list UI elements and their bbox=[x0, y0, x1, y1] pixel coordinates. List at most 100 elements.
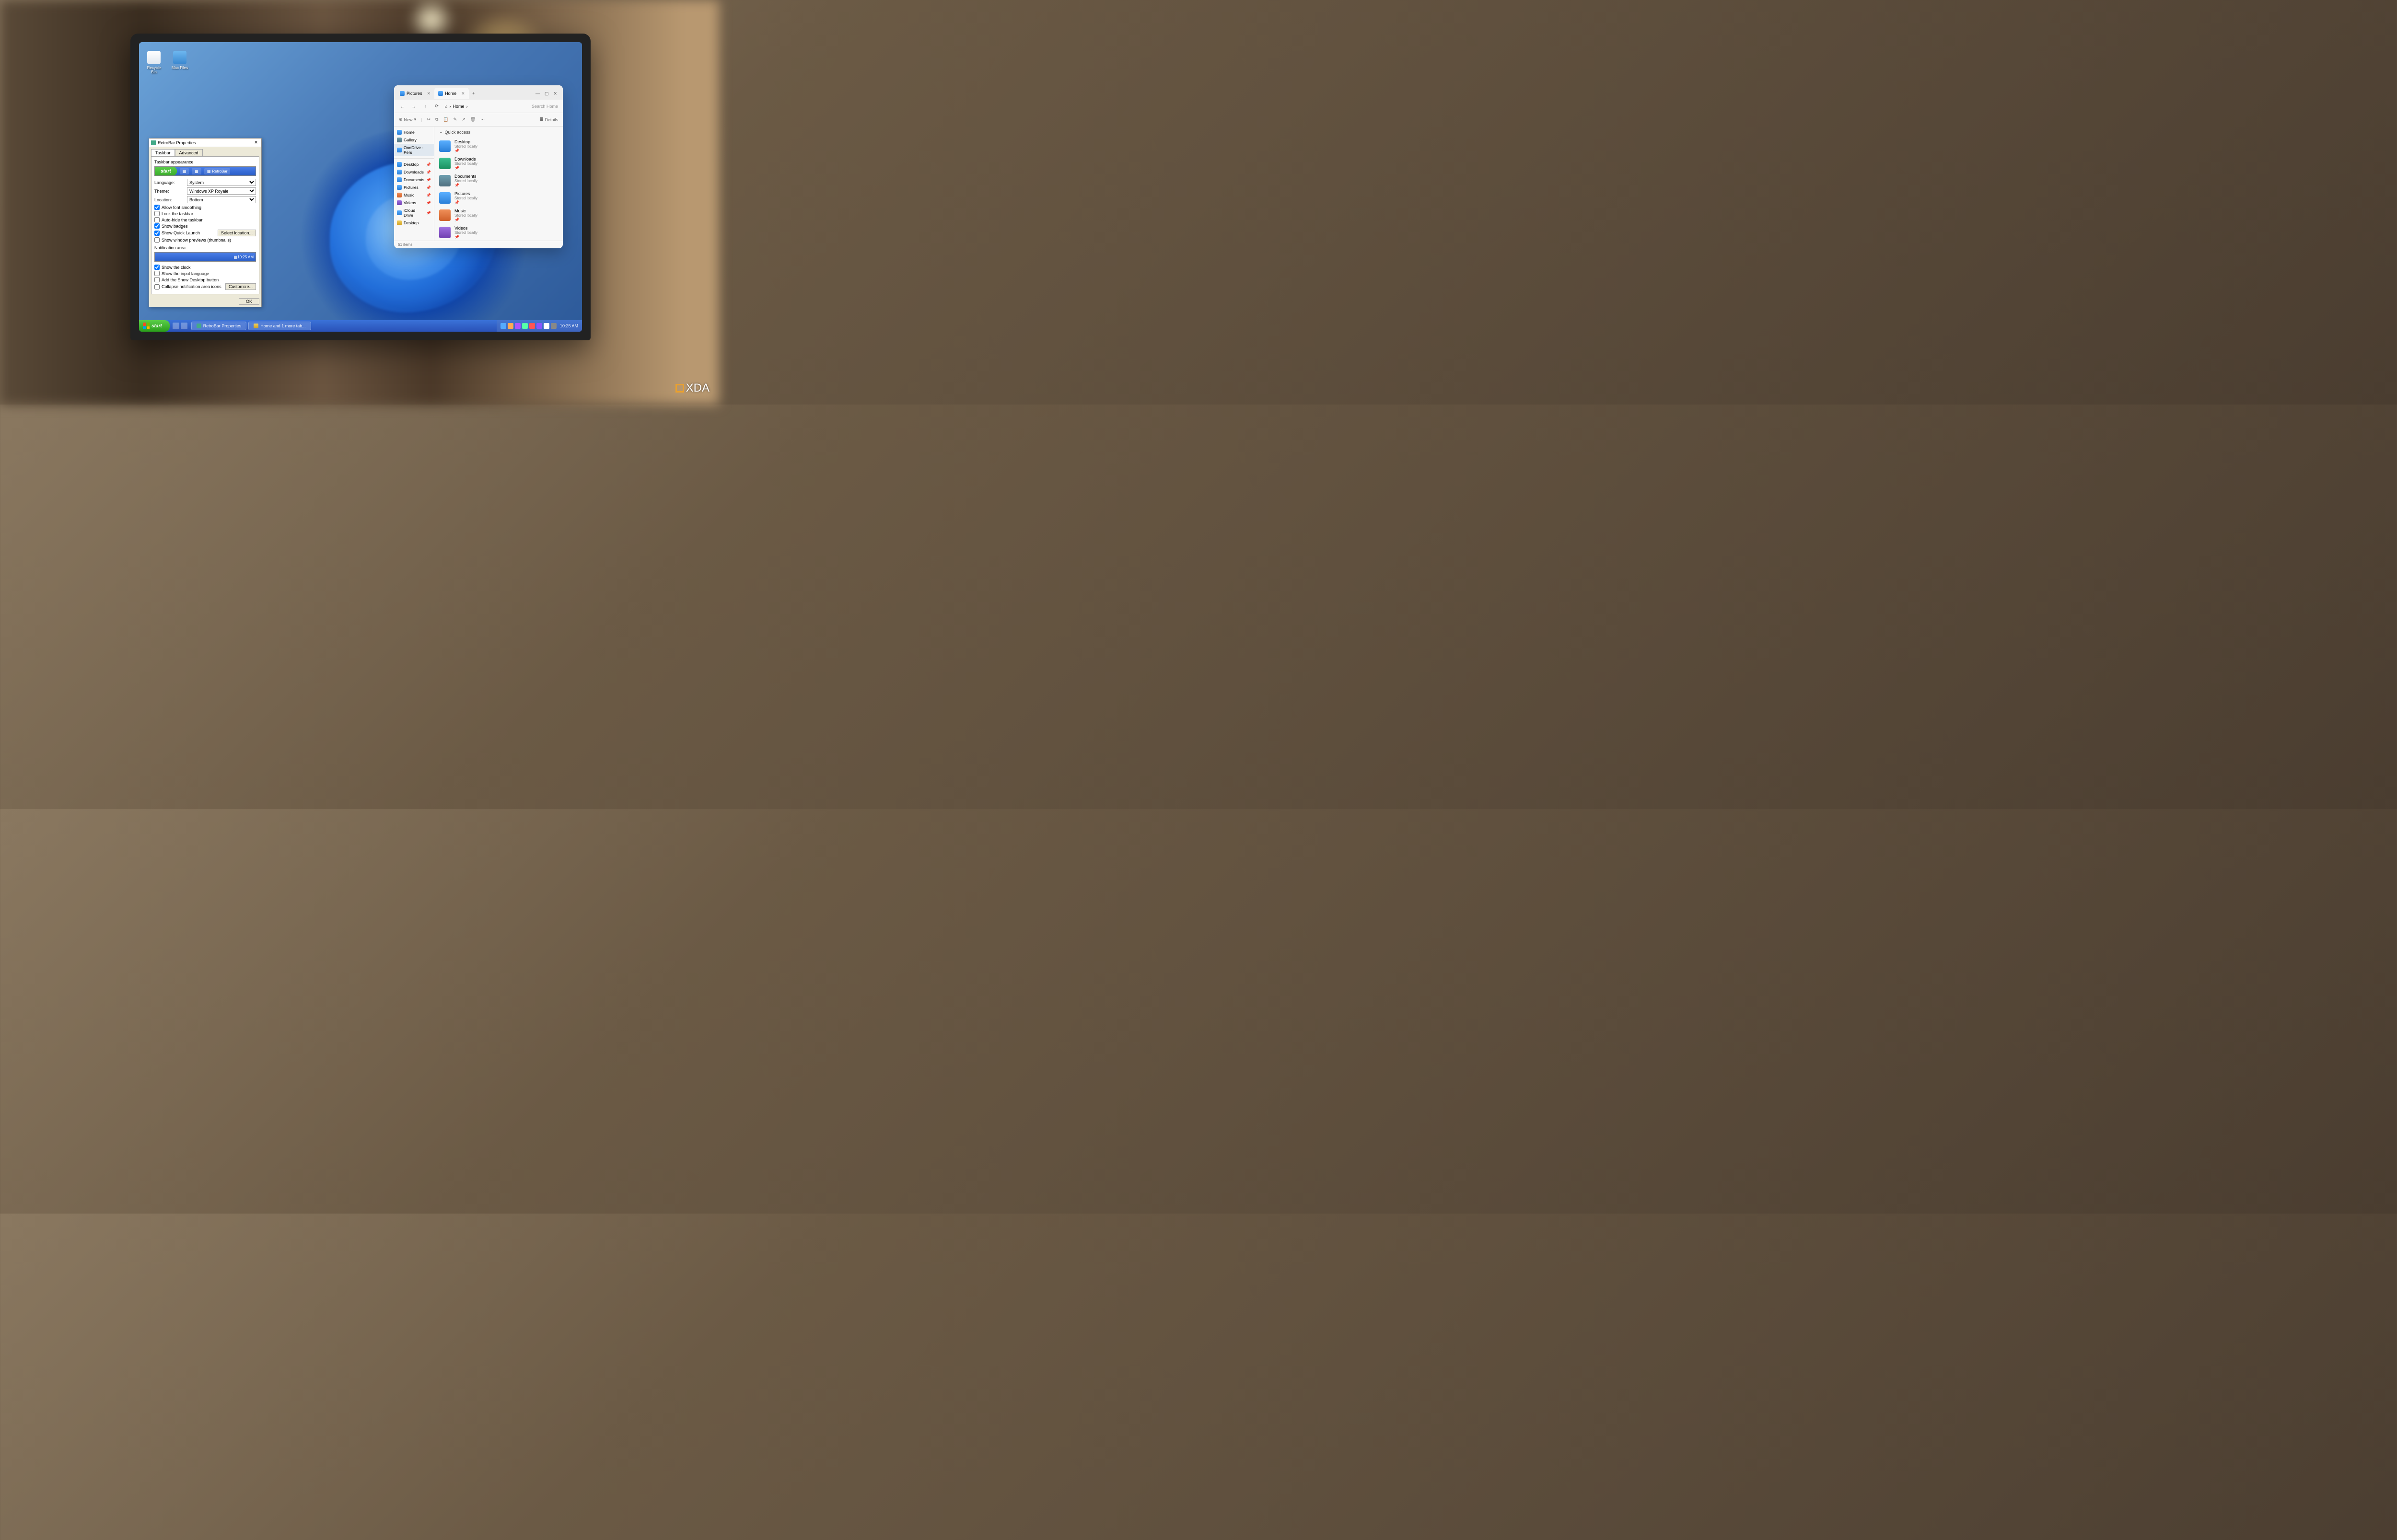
more-icon[interactable]: ⋯ bbox=[480, 117, 485, 122]
window-title: RetroBar Properties bbox=[158, 140, 253, 145]
theme-label: Theme: bbox=[154, 189, 187, 194]
checkbox-font-smoothing[interactable] bbox=[154, 205, 160, 210]
taskbar: start RetroBar Properties Home and 1 mor… bbox=[139, 320, 582, 332]
minimize-button[interactable]: — bbox=[535, 91, 540, 96]
pin-icon: 📌 bbox=[454, 218, 477, 222]
tray-icon[interactable] bbox=[515, 323, 521, 329]
explorer-nav: ← → ↑ ⟳ ⌂ › Home › Search Home bbox=[394, 100, 563, 113]
language-select[interactable]: System bbox=[187, 179, 256, 186]
location-select[interactable]: Bottom bbox=[187, 196, 256, 203]
start-button[interactable]: start bbox=[139, 320, 170, 332]
folder-icon bbox=[439, 140, 451, 152]
xda-watermark: XDA bbox=[675, 382, 710, 395]
close-tab-icon[interactable]: ✕ bbox=[461, 91, 465, 96]
close-tab-icon[interactable]: ✕ bbox=[427, 91, 431, 96]
sidebar-item-documents[interactable]: Documents📌 bbox=[394, 176, 434, 184]
tab-taskbar[interactable]: Taskbar bbox=[151, 149, 175, 156]
folder-icon bbox=[439, 192, 451, 204]
up-button[interactable]: ↑ bbox=[422, 104, 429, 109]
quick-access-item[interactable]: VideosStored locally📌 bbox=[439, 224, 558, 241]
cut-icon[interactable]: ✂ bbox=[427, 117, 431, 122]
section-quick-access[interactable]: ⌄ Quick access bbox=[439, 129, 558, 135]
checkbox-show-previews[interactable] bbox=[154, 237, 160, 243]
select-location-button[interactable]: Select location... bbox=[218, 230, 256, 236]
theme-select[interactable]: Windows XP Royale bbox=[187, 187, 256, 195]
desktop-icon-mac-files[interactable]: Mac Files bbox=[170, 51, 190, 74]
tab-pictures[interactable]: Pictures ✕ bbox=[396, 88, 434, 99]
quick-access-item[interactable]: DesktopStored locally📌 bbox=[439, 138, 558, 155]
copy-icon[interactable]: ⧉ bbox=[435, 117, 438, 122]
desktop-icon-recycle-bin[interactable]: Recycle Bin bbox=[144, 51, 164, 74]
close-button[interactable]: ✕ bbox=[253, 139, 259, 146]
tray-icon[interactable] bbox=[500, 323, 506, 329]
tray-icon[interactable] bbox=[529, 323, 535, 329]
tray-icon[interactable] bbox=[536, 323, 542, 329]
sidebar-item-folder[interactable]: Desktop bbox=[394, 219, 434, 227]
file-explorer-window: Pictures ✕ Home ✕ + — ▢ ✕ ← → ↑ bbox=[394, 85, 563, 248]
explorer-sidebar: HomeGalleryOneDrive - Pers Desktop📌Downlo… bbox=[394, 127, 434, 241]
laptop-frame: Recycle Bin Mac Files RetroBar Propertie… bbox=[130, 34, 591, 340]
quick-launch-icon[interactable] bbox=[181, 323, 187, 329]
sidebar-item-icloud[interactable]: iCloud Drive📌 bbox=[394, 207, 434, 219]
pin-icon: 📌 bbox=[454, 149, 477, 153]
maximize-button[interactable]: ▢ bbox=[545, 91, 549, 96]
checkbox-auto-hide[interactable] bbox=[154, 217, 160, 222]
folder-icon bbox=[254, 324, 258, 328]
sidebar-item-music[interactable]: Music📌 bbox=[394, 191, 434, 199]
details-button[interactable]: ≣ Details bbox=[540, 117, 558, 122]
close-button[interactable]: ✕ bbox=[553, 91, 557, 96]
quick-access-item[interactable]: DocumentsStored locally📌 bbox=[439, 172, 558, 189]
paste-icon[interactable]: 📋 bbox=[443, 117, 448, 122]
titlebar[interactable]: RetroBar Properties ✕ bbox=[149, 139, 261, 147]
taskbar-clock[interactable]: 10:25 AM bbox=[560, 324, 578, 328]
taskbar-button-retrobar[interactable]: RetroBar Properties bbox=[191, 322, 247, 330]
rename-icon[interactable]: ✎ bbox=[454, 117, 457, 122]
tray-icon[interactable] bbox=[544, 323, 549, 329]
quick-access-item[interactable]: MusicStored locally📌 bbox=[439, 207, 558, 224]
explorer-tabs: Pictures ✕ Home ✕ + — ▢ ✕ bbox=[394, 85, 563, 100]
section-label: Notification area bbox=[154, 245, 256, 250]
sidebar-item-desktop[interactable]: Desktop📌 bbox=[394, 161, 434, 168]
tabs: Taskbar Advanced bbox=[149, 147, 261, 156]
search-input[interactable]: Search Home bbox=[532, 104, 558, 109]
home-icon: ⌂ bbox=[445, 104, 447, 109]
quick-launch-icon[interactable] bbox=[173, 323, 179, 329]
tray-icon[interactable] bbox=[508, 323, 513, 329]
sidebar-item-gallery[interactable]: Gallery bbox=[394, 136, 434, 144]
sidebar-item-onedrive[interactable]: OneDrive - Pers bbox=[394, 144, 434, 156]
preview-clock: 10:25 AM bbox=[237, 255, 254, 259]
back-button[interactable]: ← bbox=[399, 104, 406, 109]
sidebar-item-home[interactable]: Home bbox=[394, 128, 434, 136]
delete-icon[interactable]: 🗑 bbox=[470, 117, 476, 122]
taskbar-button-explorer[interactable]: Home and 1 more tab... bbox=[248, 322, 311, 330]
checkbox-show-badges[interactable] bbox=[154, 223, 160, 229]
tray-icon[interactable] bbox=[522, 323, 528, 329]
sidebar-item-downloads[interactable]: Downloads📌 bbox=[394, 168, 434, 176]
pictures-icon bbox=[400, 91, 405, 96]
icloud-icon bbox=[397, 210, 402, 215]
quick-access-item[interactable]: DownloadsStored locally📌 bbox=[439, 155, 558, 172]
share-icon[interactable]: ↗ bbox=[462, 117, 465, 122]
refresh-button[interactable]: ⟳ bbox=[433, 104, 440, 109]
sidebar-item-pictures[interactable]: Pictures📌 bbox=[394, 184, 434, 191]
pin-icon: 📌 bbox=[454, 183, 477, 187]
tab-advanced[interactable]: Advanced bbox=[175, 149, 203, 156]
forward-button[interactable]: → bbox=[410, 104, 417, 109]
gallery-icon bbox=[397, 138, 402, 142]
new-button[interactable]: ⊕ New ▾ bbox=[399, 117, 416, 122]
tab-home[interactable]: Home ✕ bbox=[434, 88, 469, 99]
checkbox-show-quick-launch[interactable] bbox=[154, 231, 160, 236]
sidebar-item-videos[interactable]: Videos📌 bbox=[394, 199, 434, 207]
quick-access-item[interactable]: PicturesStored locally📌 bbox=[439, 189, 558, 207]
volume-icon[interactable] bbox=[551, 323, 557, 329]
ok-button[interactable]: OK bbox=[239, 298, 259, 305]
checkbox-collapse-tray[interactable] bbox=[154, 284, 160, 289]
checkbox-show-clock[interactable] bbox=[154, 265, 160, 270]
checkbox-add-show-desktop[interactable] bbox=[154, 277, 160, 282]
customize-button[interactable]: Customize... bbox=[225, 283, 256, 290]
new-tab-button[interactable]: + bbox=[469, 91, 478, 96]
checkbox-show-input-lang[interactable] bbox=[154, 271, 160, 276]
checkbox-lock-taskbar[interactable] bbox=[154, 211, 160, 216]
desktop-icon-label: Recycle Bin bbox=[144, 66, 164, 74]
breadcrumb[interactable]: ⌂ › Home › bbox=[445, 104, 467, 109]
